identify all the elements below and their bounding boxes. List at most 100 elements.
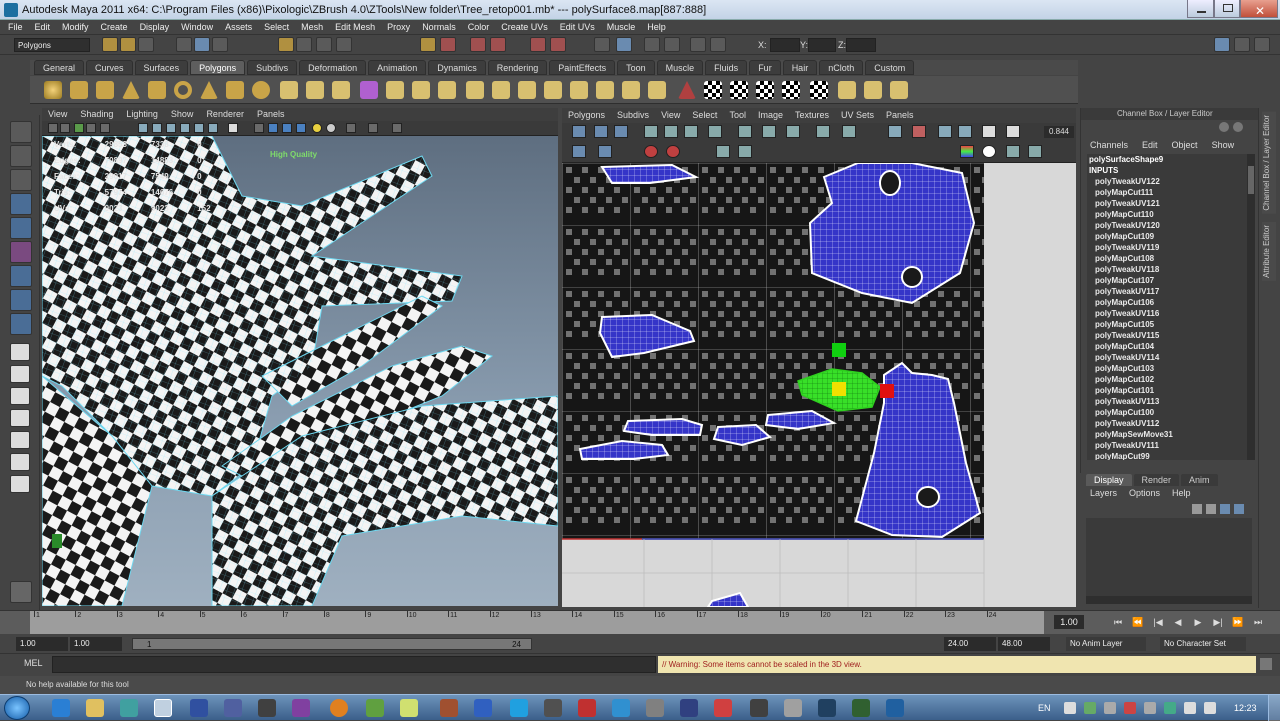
step-forward-key-icon[interactable]: ▶| — [1212, 616, 1224, 628]
playback-start-field[interactable]: 1.00 — [70, 637, 122, 651]
snapshot-icon[interactable] — [912, 125, 926, 138]
sew-uv-icon[interactable] — [762, 125, 776, 138]
list-item[interactable]: polySurfaceShape9 — [1087, 154, 1247, 165]
lit-cube-icon[interactable] — [296, 123, 306, 133]
close-button[interactable]: ✕ — [1240, 0, 1278, 18]
shelf-tab-general[interactable]: General — [34, 60, 85, 75]
app-taskbar-icon[interactable] — [366, 699, 384, 717]
channel-box-scrollbar[interactable] — [1247, 154, 1255, 460]
history-icon[interactable] — [420, 37, 436, 52]
show-tool-settings-icon[interactable] — [1234, 37, 1250, 52]
move-sew-icon[interactable] — [786, 125, 800, 138]
new-empty-layer-icon[interactable] — [1220, 504, 1230, 514]
uv-menu-select[interactable]: Select — [692, 108, 717, 123]
rotate-ccw-icon[interactable] — [684, 125, 698, 138]
graph-layout-icon[interactable] — [10, 475, 30, 493]
list-item[interactable]: polyTweakUV114 — [1087, 352, 1247, 363]
menu-select[interactable]: Select — [264, 20, 289, 34]
bookmark-icon[interactable] — [60, 123, 70, 133]
layer-list-scrollbar[interactable] — [1086, 596, 1252, 604]
cb-menu-channels[interactable]: Channels — [1090, 140, 1128, 154]
app-taskbar-icon[interactable] — [544, 699, 562, 717]
uv-menu-uv-sets[interactable]: UV Sets — [841, 108, 874, 123]
app-taskbar-icon[interactable] — [578, 699, 596, 717]
view-transform-icon[interactable] — [1028, 145, 1042, 158]
poly-torus-icon[interactable] — [174, 81, 192, 99]
grid-toggle-icon[interactable] — [86, 123, 96, 133]
merge-icon[interactable] — [570, 81, 588, 99]
uv-menu-view[interactable]: View — [661, 108, 680, 123]
shadows-icon[interactable] — [326, 123, 336, 133]
menu-assets[interactable]: Assets — [225, 20, 252, 34]
select-hierarchy-icon[interactable] — [176, 37, 192, 52]
shelf-tab-toon[interactable]: Toon — [617, 60, 655, 75]
persp-outliner-layout-icon[interactable] — [10, 387, 30, 405]
app-taskbar-icon[interactable] — [440, 699, 458, 717]
hypershade-layout-icon[interactable] — [10, 431, 30, 449]
list-item[interactable]: polyMapCut99 — [1087, 451, 1247, 460]
shelf-tab-custom[interactable]: Custom — [865, 60, 915, 75]
uv-select-icon[interactable] — [572, 125, 586, 138]
gamma-icon[interactable] — [1006, 145, 1020, 158]
list-item[interactable]: polyMapCut107 — [1087, 275, 1247, 286]
menu-mesh[interactable]: Mesh — [301, 20, 323, 34]
use-all-lights-icon[interactable] — [312, 123, 322, 133]
app-taskbar-icon[interactable] — [680, 699, 698, 717]
cb-menu-object[interactable]: Object — [1172, 140, 1198, 154]
layer-menu-help[interactable]: Help — [1172, 488, 1191, 500]
app-taskbar-icon[interactable] — [646, 699, 664, 717]
hypershade-icon[interactable] — [530, 37, 546, 52]
app-taskbar-icon[interactable] — [292, 699, 310, 717]
list-item[interactable]: polyTweakUV117 — [1087, 286, 1247, 297]
step-forward-frame-icon[interactable]: ⏩ — [1232, 616, 1244, 628]
list-item[interactable]: polyTweakUV113 — [1087, 396, 1247, 407]
snap-curve-icon[interactable] — [296, 37, 312, 52]
cut-uv-icon[interactable] — [738, 125, 752, 138]
select-tool-icon[interactable] — [10, 121, 32, 143]
color-channels-icon[interactable] — [960, 145, 974, 158]
text-hud-icon[interactable] — [228, 123, 238, 133]
list-item[interactable]: polyMapCut102 — [1087, 374, 1247, 385]
absolute-mode-icon[interactable] — [710, 37, 726, 52]
soft-mod-icon[interactable] — [10, 289, 32, 311]
xray-icon[interactable] — [180, 123, 190, 133]
menu-proxy[interactable]: Proxy — [387, 20, 410, 34]
list-item[interactable]: polyMapSewMove31 — [1087, 429, 1247, 440]
list-item[interactable]: polyMapCut101 — [1087, 385, 1247, 396]
menu-edit[interactable]: Edit — [35, 20, 51, 34]
menu-muscle[interactable]: Muscle — [607, 20, 636, 34]
list-item[interactable]: polyTweakUV121 — [1087, 198, 1247, 209]
layout-uv-icon[interactable] — [738, 145, 752, 158]
show-input-icon[interactable] — [1219, 122, 1229, 132]
camera-attributes-icon[interactable] — [48, 123, 58, 133]
show-attribute-editor-icon[interactable] — [1214, 37, 1230, 52]
app-taskbar-icon[interactable] — [784, 699, 802, 717]
app-taskbar-icon[interactable] — [400, 699, 418, 717]
straighten-icon[interactable] — [716, 145, 730, 158]
align-min-u-icon[interactable] — [816, 125, 830, 138]
cb-menu-edit[interactable]: Edit — [1142, 140, 1158, 154]
menu-display[interactable]: Display — [140, 20, 170, 34]
tray-icon[interactable] — [1084, 702, 1096, 714]
shelf-tab-fur[interactable]: Fur — [749, 60, 781, 75]
tab-display[interactable]: Display — [1086, 474, 1132, 486]
shelf-tab-rendering[interactable]: Rendering — [487, 60, 548, 75]
new-layer-selected-icon[interactable] — [1234, 504, 1244, 514]
app-taskbar-icon[interactable] — [714, 699, 732, 717]
viewport-menu-panels[interactable]: Panels — [257, 108, 285, 121]
textured-cube-icon[interactable] — [282, 123, 292, 133]
menu-file[interactable]: File — [8, 20, 23, 34]
viewport-menu-shading[interactable]: Shading — [80, 108, 113, 121]
list-item[interactable]: polyMapCut105 — [1087, 319, 1247, 330]
poly-plane-icon[interactable] — [148, 81, 166, 99]
menu-edit-uvs[interactable]: Edit UVs — [560, 20, 595, 34]
unfold-icon[interactable] — [644, 145, 658, 158]
list-item[interactable]: polyTweakUV122 — [1087, 176, 1247, 187]
menu-edit-mesh[interactable]: Edit Mesh — [335, 20, 375, 34]
input-ops-icon[interactable] — [594, 37, 610, 52]
tray-icon[interactable] — [1124, 702, 1136, 714]
rotate-tool-icon[interactable] — [10, 217, 32, 239]
list-item[interactable]: polyTweakUV116 — [1087, 308, 1247, 319]
persp-uv-layout-icon[interactable] — [10, 453, 30, 471]
shelf-tab-fluids[interactable]: Fluids — [705, 60, 748, 75]
